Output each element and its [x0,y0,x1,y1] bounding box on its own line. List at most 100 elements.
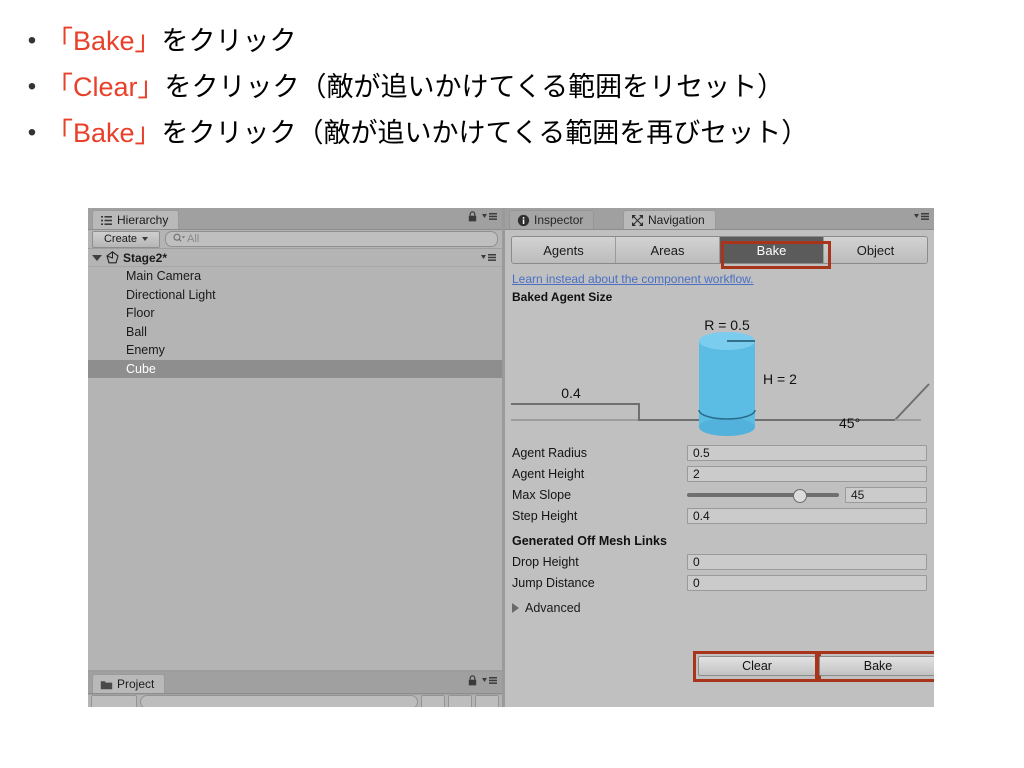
project-create-button[interactable] [91,695,137,707]
nav-tab-label: Bake [756,242,787,258]
hierarchy-item-label: Enemy [126,343,165,357]
bake-button[interactable]: Bake [819,656,934,676]
project-filter-favorite-button[interactable] [475,695,499,707]
hierarchy-item-label: Cube [126,361,156,376]
tab-project-label: Project [117,677,155,691]
bullet-rest: をクリック [161,26,297,56]
project-panel-controls [468,675,498,686]
clear-button[interactable]: Clear [698,656,816,676]
diagram-radius-label: R = 0.5 [704,317,750,333]
hierarchy-item-label: Floor [126,306,155,320]
hierarchy-item-enemy[interactable]: Enemy [88,341,502,360]
create-button[interactable]: Create [92,230,160,248]
nav-tab-bake[interactable]: Bake [720,237,824,263]
lock-icon[interactable] [468,675,477,686]
scene-root-row[interactable]: Stage2* [88,249,502,267]
bake-action-buttons: Clear Bake [505,649,934,683]
project-filter-label-button[interactable] [448,695,472,707]
baked-agent-size-diagram: R = 0.5 H = 2 0.4 45° [509,308,930,436]
advanced-foldout[interactable]: Advanced [512,601,934,615]
drop-height-input[interactable]: 0 [687,553,927,570]
property-row-jump-distance: Jump Distance 0 [512,572,927,593]
navigation-mode-tabs: Agents Areas Bake Object [511,236,928,264]
scene-row-menu-icon[interactable] [481,252,497,263]
step-height-input[interactable]: 0.4 [687,507,927,524]
hierarchy-search-placeholder: All [187,233,200,245]
tab-inspector-label: Inspector [534,213,584,227]
agent-height-input[interactable]: 2 [687,465,927,482]
property-row-agent-height: Agent Height 2 [512,463,927,484]
max-slope-label: Max Slope [512,487,572,502]
bullet-item: • 「Clear」をクリック（敵が追いかけてくる範囲をリセット） [0,64,1024,110]
bullet-marker: • [27,73,37,100]
bullet-marker: • [27,27,37,54]
bullet-text: 「Bake」をクリック（敵が追いかけてくる範囲を再びセット） [46,110,808,156]
panel-menu-icon[interactable] [482,675,498,686]
bake-button-label: Bake [863,659,893,673]
off-mesh-properties: Drop Height 0 Jump Distance 0 [512,551,927,593]
step-height-label: Step Height [512,508,578,523]
bullet-text: 「Clear」をクリック（敵が追いかけてくる範囲をリセット） [46,64,784,110]
bullet-text: 「Bake」をクリック [46,18,297,64]
hierarchy-toolbar: Create All [88,230,502,249]
bullet-item: • 「Bake」をクリック（敵が追いかけてくる範囲を再びセット） [0,110,1024,156]
folder-icon [100,678,113,691]
property-row-step-height: Step Height 0.4 [512,505,927,526]
nav-tab-areas[interactable]: Areas [616,237,720,263]
tab-hierarchy[interactable]: Hierarchy [92,210,180,229]
hierarchy-item-cube[interactable]: Cube [88,359,502,378]
inspector-panel: Inspector Navigation Agents Areas Bake O… [505,208,934,707]
learn-workflow-link[interactable]: Learn instead about the component workfl… [512,272,934,286]
clear-button-label: Clear [742,659,772,673]
max-slope-input[interactable]: 45 [845,486,927,503]
agent-height-label: Agent Height [512,466,585,481]
bullet-item: • 「Bake」をクリック [0,18,1024,64]
property-row-drop-height: Drop Height 0 [512,551,927,572]
lock-icon[interactable] [468,211,477,222]
unity-editor-screenshot: Hierarchy Create All Stage2* Main Camera… [88,208,934,707]
hierarchy-item-floor[interactable]: Floor [88,304,502,323]
off-mesh-links-title: Generated Off Mesh Links [512,534,667,548]
chevron-down-icon [142,237,149,241]
hierarchy-tabbar: Hierarchy [88,208,502,230]
hierarchy-item-directional-light[interactable]: Directional Light [88,286,502,305]
property-row-agent-radius: Agent Radius 0.5 [512,442,927,463]
panel-menu-icon[interactable] [482,211,498,222]
tab-navigation[interactable]: Navigation [623,210,716,229]
diagram-slope-label: 45° [839,415,860,431]
baked-agent-size-title: Baked Agent Size [512,290,613,304]
max-slope-slider[interactable] [687,487,839,503]
chevron-down-icon[interactable] [92,254,102,261]
panel-menu-icon[interactable] [914,211,930,222]
inspector-tabbar: Inspector Navigation [505,208,934,230]
tab-hierarchy-label: Hierarchy [117,213,169,227]
agent-size-svg: R = 0.5 H = 2 0.4 45° [511,317,930,436]
property-row-max-slope: Max Slope 45 [512,484,927,505]
agent-radius-label: Agent Radius [512,445,588,460]
project-tabbar: Project [88,672,502,694]
bullet-rest: をクリック（敵が追いかけてくる範囲をリセット） [164,72,785,102]
hierarchy-panel-controls [468,211,498,222]
project-search-input[interactable] [140,695,418,707]
hierarchy-item-main-camera[interactable]: Main Camera [88,267,502,286]
navigation-move-icon [631,214,644,227]
tab-inspector[interactable]: Inspector [509,210,595,229]
scene-name: Stage2* [123,250,168,265]
nav-tab-label: Agents [543,242,584,258]
diagram-step-label: 0.4 [561,385,581,401]
bullet-highlight: 「Bake」 [46,26,162,56]
jump-distance-input[interactable]: 0 [687,574,927,591]
slider-handle[interactable] [793,488,808,503]
project-filter-type-button[interactable] [421,695,445,707]
nav-tab-label: Areas [650,242,685,258]
nav-tab-label: Object [856,242,895,258]
nav-tab-object[interactable]: Object [824,237,927,263]
tab-project[interactable]: Project [92,674,166,693]
agent-radius-input[interactable]: 0.5 [687,444,927,461]
tab-navigation-label: Navigation [648,213,705,227]
hierarchy-search-input[interactable]: All [165,231,498,247]
jump-distance-label: Jump Distance [512,575,595,590]
info-icon [517,214,530,227]
nav-tab-agents[interactable]: Agents [512,237,616,263]
hierarchy-item-ball[interactable]: Ball [88,323,502,342]
